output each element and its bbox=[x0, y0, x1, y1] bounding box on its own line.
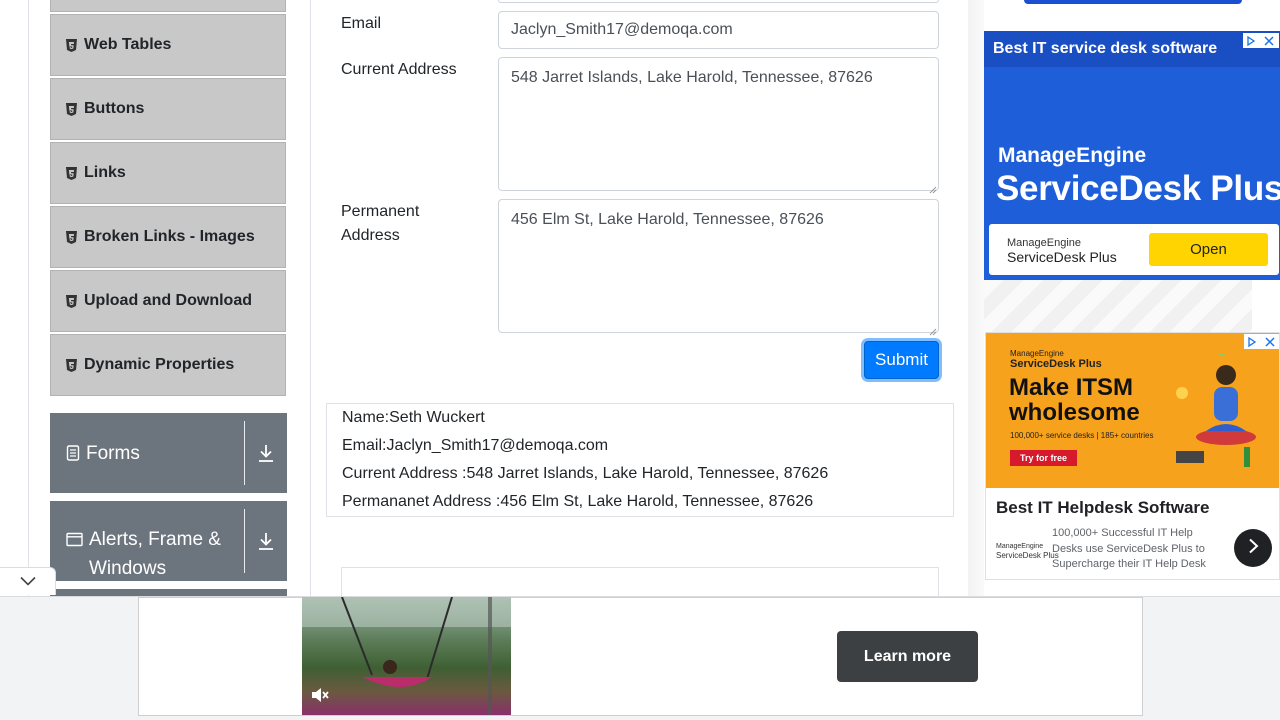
divider bbox=[244, 509, 245, 573]
chevron-right-icon bbox=[1247, 538, 1259, 559]
ad-logo-product: ServiceDesk Plus bbox=[996, 551, 1059, 560]
html5-icon bbox=[65, 230, 77, 244]
sidebar-item-previous[interactable] bbox=[50, 0, 286, 12]
adchoices-icon[interactable] bbox=[1243, 33, 1258, 48]
ad-controls[interactable] bbox=[1244, 334, 1279, 349]
group-label: Alerts, Frame & Windows bbox=[89, 529, 221, 579]
sidebar-item-label: Web Tables bbox=[84, 36, 172, 53]
sidebar-item-web-tables[interactable]: Web Tables bbox=[50, 14, 286, 76]
sidebar-item-buttons[interactable]: Buttons bbox=[50, 78, 286, 140]
ad-previous-button[interactable] bbox=[1024, 0, 1242, 4]
ad-try-button[interactable]: Try for free bbox=[1010, 450, 1077, 466]
ad-illustration bbox=[1166, 343, 1261, 473]
html5-icon bbox=[65, 38, 77, 52]
output-name: Name:Seth Wuckert bbox=[342, 409, 485, 426]
html5-icon bbox=[65, 166, 77, 180]
close-icon[interactable] bbox=[1262, 334, 1277, 349]
label-line: Permanent bbox=[341, 203, 420, 220]
ad-spacer bbox=[984, 280, 1252, 332]
email-label: Email bbox=[341, 15, 382, 32]
group-header[interactable]: Forms bbox=[50, 413, 244, 493]
output-email: Email:Jaclyn_Smith17@demoqa.com bbox=[342, 437, 609, 454]
sidebar-group-next[interactable] bbox=[50, 589, 287, 596]
adchoices-icon[interactable] bbox=[1244, 334, 1259, 349]
close-icon[interactable] bbox=[1261, 33, 1276, 48]
ad-logo-brand: ManageEngine bbox=[996, 543, 1044, 550]
sidebar-group-forms[interactable]: Forms bbox=[50, 413, 287, 493]
resize-handle-icon[interactable] bbox=[929, 323, 937, 336]
ad-headline: Best IT service desk software bbox=[993, 40, 1218, 57]
learn-more-button[interactable]: Learn more bbox=[837, 631, 978, 682]
sidebar-item-links[interactable]: Links bbox=[50, 142, 286, 204]
sidebar-item-label: Links bbox=[84, 164, 126, 181]
ad-open-button[interactable]: Open bbox=[1149, 233, 1268, 266]
previous-input[interactable] bbox=[498, 0, 939, 3]
left-border bbox=[28, 0, 29, 596]
current-address-value: 548 Jarret Islands, Lake Harold, Tenness… bbox=[511, 69, 873, 86]
sidebar-item-label: Upload and Download bbox=[84, 292, 252, 309]
headline-line: wholesome bbox=[1009, 399, 1140, 426]
download-arrow-icon[interactable] bbox=[245, 501, 287, 581]
ad-title: Best IT Helpdesk Software bbox=[996, 498, 1210, 517]
sidebar-item-label: Broken Links - Images bbox=[84, 228, 255, 245]
ad-logo-product: ServiceDesk Plus bbox=[1007, 249, 1117, 265]
sidebar-divider bbox=[310, 0, 311, 596]
current-address-field[interactable]: 548 Jarret Islands, Lake Harold, Tenness… bbox=[498, 57, 939, 191]
divider bbox=[244, 421, 245, 485]
permanent-address-field[interactable]: 456 Elm St, Lake Harold, Tennessee, 8762… bbox=[498, 199, 939, 333]
video-ad[interactable] bbox=[138, 597, 1143, 716]
collapse-ad-button[interactable] bbox=[0, 567, 56, 595]
ad-servicedesk[interactable]: Best IT service desk software ManageEngi… bbox=[984, 31, 1280, 280]
sidebar-item-label: Buttons bbox=[84, 100, 145, 117]
sidebar-item-broken-links[interactable]: Broken Links - Images bbox=[50, 206, 286, 268]
permanent-address-label: Permanent Address bbox=[341, 200, 419, 248]
ad-next-button[interactable] bbox=[1234, 529, 1272, 567]
group-header[interactable]: Alerts, Frame & Windows bbox=[50, 501, 244, 581]
submit-button[interactable]: Submit bbox=[864, 341, 939, 379]
sidebar-item-upload-download[interactable]: Upload and Download bbox=[50, 270, 286, 332]
html5-icon bbox=[65, 102, 77, 116]
chevron-down-icon bbox=[19, 573, 36, 591]
ad-logo-brand: ManageEngine bbox=[1007, 237, 1082, 249]
html5-icon bbox=[65, 294, 77, 308]
label-line: Address bbox=[341, 227, 400, 244]
ad-product: ServiceDesk Plus bbox=[1010, 358, 1102, 370]
ad-brand: ManageEngine bbox=[1010, 349, 1064, 358]
video-thumbnail[interactable] bbox=[302, 597, 511, 715]
current-address-label: Current Address bbox=[341, 61, 457, 78]
headline-line: Make ITSM bbox=[1009, 374, 1134, 401]
window-icon bbox=[66, 532, 83, 547]
next-section-box bbox=[341, 567, 939, 597]
muted-speaker-icon[interactable] bbox=[310, 686, 330, 704]
resize-handle-icon[interactable] bbox=[929, 181, 937, 194]
ad-headline: Make ITSM wholesome bbox=[1009, 375, 1140, 425]
output-current-address: Current Address :548 Jarret Islands, Lak… bbox=[342, 465, 829, 482]
sidebar-item-label: Dynamic Properties bbox=[84, 356, 235, 373]
email-field[interactable]: Jaclyn_Smith17@demoqa.com bbox=[498, 11, 939, 49]
ad-brand: ManageEngine bbox=[998, 144, 1147, 167]
permanent-address-value: 456 Elm St, Lake Harold, Tennessee, 8762… bbox=[511, 211, 824, 228]
sidebar-group-alerts[interactable]: Alerts, Frame & Windows bbox=[50, 501, 287, 581]
group-label: Forms bbox=[86, 442, 140, 464]
output-box: Name:Seth Wuckert Email:Jaclyn_Smith17@d… bbox=[326, 403, 954, 517]
output-permanent-address: Permananet Address :456 Elm St, Lake Har… bbox=[342, 493, 814, 510]
form-icon bbox=[66, 445, 80, 461]
sidebar-item-dynamic-properties[interactable]: Dynamic Properties bbox=[50, 334, 286, 396]
ad-gutter bbox=[968, 0, 984, 596]
ad-product: ServiceDesk Plus bbox=[996, 169, 1280, 208]
ad-stats: 100,000+ service desks | 185+ countries bbox=[1010, 431, 1154, 440]
ad-controls[interactable] bbox=[1243, 33, 1279, 48]
ad-desc: 100,000+ Successful IT Help Desks use Se… bbox=[1052, 527, 1206, 570]
html5-icon bbox=[65, 358, 77, 372]
ad-helpdesk[interactable]: ManageEngine ServiceDesk Plus Make ITSM … bbox=[985, 332, 1280, 580]
download-arrow-icon[interactable] bbox=[245, 413, 287, 493]
